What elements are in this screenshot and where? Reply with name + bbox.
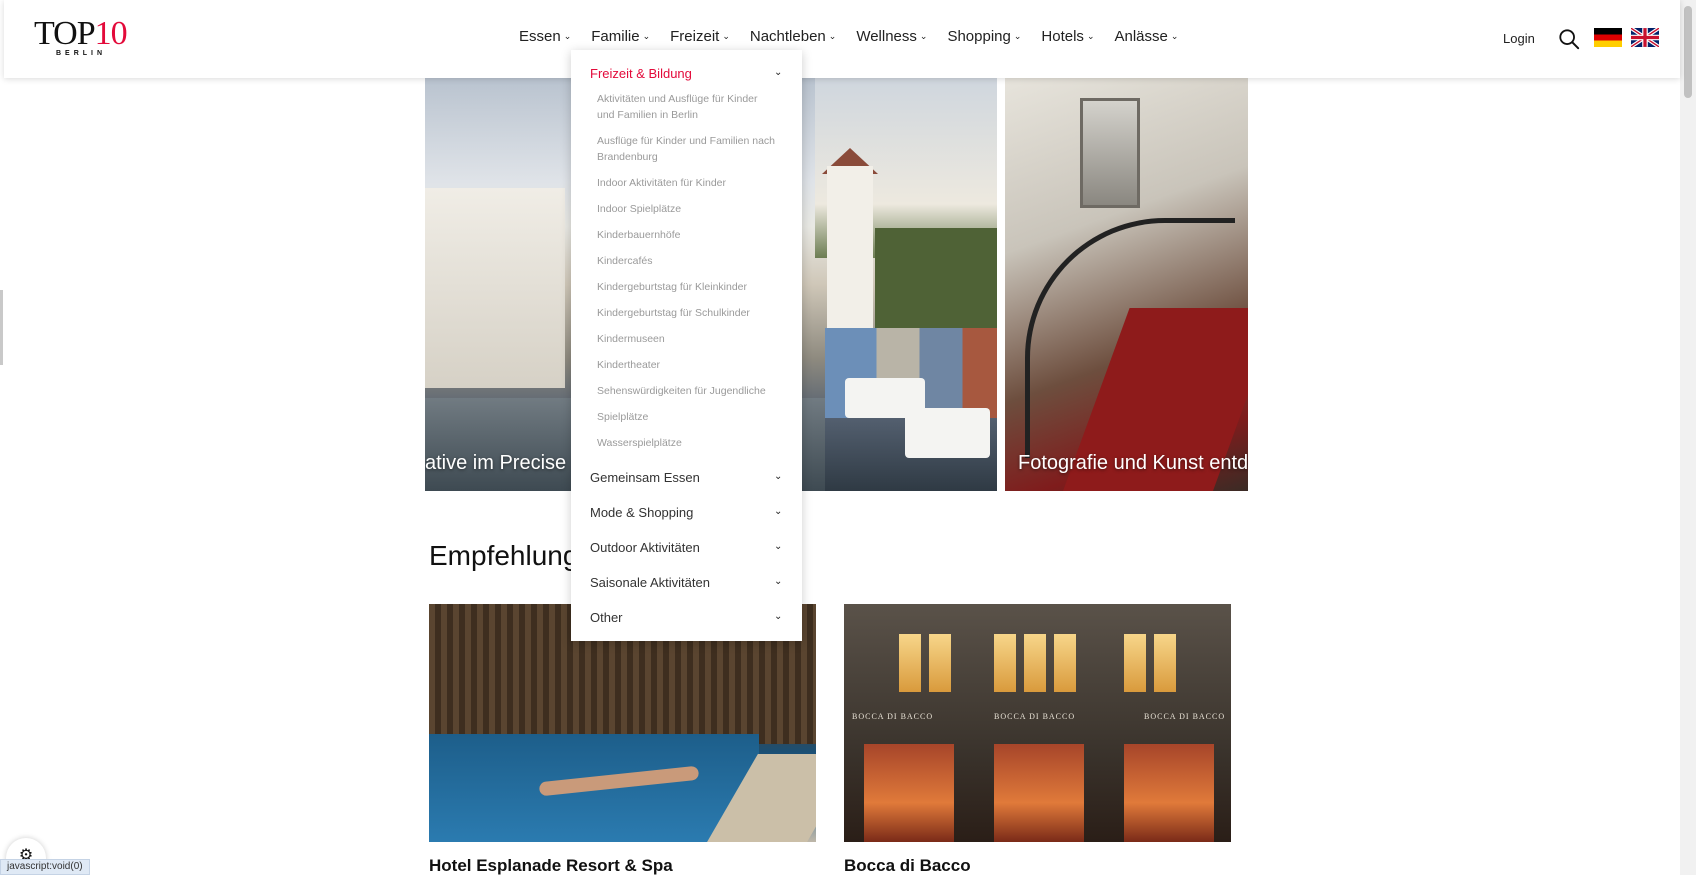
login-link[interactable]: Login xyxy=(1503,31,1535,46)
dropdown-item[interactable]: Indoor Aktivitäten für Kinder xyxy=(597,175,777,191)
restaurant-sign: BOCCA DI BACCO xyxy=(852,712,934,721)
nav-familie[interactable]: Familie ⌄ xyxy=(591,28,650,45)
search-icon[interactable] xyxy=(1558,28,1580,50)
chevron-down-icon: ⌄ xyxy=(1086,31,1095,41)
boat xyxy=(905,408,990,458)
restaurant-sign: BOCCA DI BACCO xyxy=(994,712,1076,721)
stair-railing xyxy=(1025,218,1235,458)
nav-essen[interactable]: Essen ⌄ xyxy=(519,28,571,45)
dropdown-item[interactable]: Spielplätze xyxy=(597,409,777,425)
dropdown-item[interactable]: Kindergeburtstag für Kleinkinder xyxy=(597,279,777,295)
chevron-down-icon: ⌄ xyxy=(828,31,837,41)
chevron-down-icon[interactable]: ⌄ xyxy=(774,67,782,78)
dropdown-item[interactable]: Kinderbauernhöfe xyxy=(597,227,777,243)
nav-wellness[interactable]: Wellness ⌄ xyxy=(856,28,927,45)
window xyxy=(1054,634,1076,692)
dropdown-item[interactable]: Ausflüge für Kinder und Familien nach Br… xyxy=(597,133,777,165)
chevron-down-icon[interactable]: ⌄ xyxy=(774,541,782,552)
dropdown-item[interactable]: Sehenswürdigkeiten für Jugendliche xyxy=(597,383,777,399)
restaurant-sign: BOCCA DI BACCO xyxy=(1144,712,1226,721)
window xyxy=(994,634,1016,692)
nav-freizeit[interactable]: Freizeit ⌄ xyxy=(670,28,730,45)
chevron-down-icon: ⌄ xyxy=(722,31,730,41)
window xyxy=(1024,634,1046,692)
dropdown-item[interactable]: Kindertheater xyxy=(597,357,777,373)
chevron-down-icon: ⌄ xyxy=(563,31,572,41)
page: TOP10 BERLIN Essen ⌄ Familie ⌄ Freizeit ⌄ N… xyxy=(0,0,1696,875)
familie-dropdown-menu: Freizeit & Bildung ⌄ Aktivitäten und Aus… xyxy=(571,50,802,641)
hero-caption: Fotografie und Kunst entdec xyxy=(1018,452,1248,474)
dropdown-item[interactable]: Kindercafés xyxy=(597,253,777,269)
dropdown-section-freizeit-bildung[interactable]: Freizeit & Bildung xyxy=(590,66,692,81)
nav-label: Familie xyxy=(591,28,640,45)
dropdown-item[interactable]: Aktivitäten und Ausflüge für Kinder und … xyxy=(597,91,777,123)
scrollbar-thumb[interactable] xyxy=(1684,6,1692,98)
card-image-bocca-di-bacco[interactable]: BOCCA DI BACCO BOCCA DI BACCO BOCCA DI B… xyxy=(844,604,1231,842)
chevron-down-icon[interactable]: ⌄ xyxy=(774,576,782,587)
browser-status-bar: javascript:void(0) xyxy=(0,859,90,875)
dropdown-section-gemeinsam-essen[interactable]: Gemeinsam Essen xyxy=(590,470,700,485)
nav-label: Hotels xyxy=(1041,28,1084,45)
dropdown-section-saisonale[interactable]: Saisonale Aktivitäten xyxy=(590,575,710,590)
dropdown-section-mode-shopping[interactable]: Mode & Shopping xyxy=(590,505,693,520)
wall-artwork xyxy=(1080,98,1140,208)
chevron-down-icon: ⌄ xyxy=(1170,31,1179,41)
dropdown-item[interactable]: Indoor Spielplätze xyxy=(597,201,777,217)
nav-shopping[interactable]: Shopping ⌄ xyxy=(947,28,1021,45)
logo-number: 10 xyxy=(94,15,128,52)
window xyxy=(899,634,921,692)
restaurant-interior xyxy=(864,744,954,842)
card-title[interactable]: Bocca di Bacco xyxy=(844,856,971,875)
page-scrollbar[interactable] xyxy=(1680,0,1696,875)
nav-label: Essen xyxy=(519,28,561,45)
window xyxy=(1124,634,1146,692)
chevron-down-icon: ⌄ xyxy=(1013,31,1022,41)
window xyxy=(1154,634,1176,692)
restaurant-interior xyxy=(994,744,1084,842)
logo-text: TOP xyxy=(34,15,96,52)
nav-label: Wellness xyxy=(856,28,917,45)
side-handle[interactable] xyxy=(0,290,3,365)
chevron-down-icon: ⌄ xyxy=(642,31,651,41)
chevron-down-icon[interactable]: ⌄ xyxy=(774,611,782,622)
nav-hotels[interactable]: Hotels ⌄ xyxy=(1041,28,1094,45)
tower xyxy=(827,166,873,341)
chevron-down-icon[interactable]: ⌄ xyxy=(774,471,782,482)
nav-label: Shopping xyxy=(947,28,1011,45)
top10-berlin-logo[interactable]: TOP10 BERLIN xyxy=(34,16,134,60)
chevron-down-icon[interactable]: ⌄ xyxy=(774,506,782,517)
german-flag-icon[interactable] xyxy=(1594,28,1622,47)
nav-label: Anlässe xyxy=(1114,28,1168,45)
hotel-building xyxy=(425,188,565,388)
nav-nachtleben[interactable]: Nachtleben ⌄ xyxy=(750,28,836,45)
main-nav: Essen ⌄ Familie ⌄ Freizeit ⌄ Nachtleben ⌄ We… xyxy=(519,28,1198,45)
dropdown-section-outdoor[interactable]: Outdoor Aktivitäten xyxy=(590,540,700,555)
restaurant-interior xyxy=(1124,744,1214,842)
logo-subtitle: BERLIN xyxy=(56,50,107,57)
window xyxy=(929,634,951,692)
chevron-down-icon: ⌄ xyxy=(919,31,928,41)
uk-flag-icon[interactable] xyxy=(1631,28,1659,47)
dropdown-item[interactable]: Kindergeburtstag für Schulkinder xyxy=(597,305,777,321)
nav-anlaesse[interactable]: Anlässe ⌄ xyxy=(1114,28,1178,45)
card-title[interactable]: Hotel Esplanade Resort & Spa xyxy=(429,856,673,875)
dropdown-item[interactable]: Wasserspielplätze xyxy=(597,435,777,451)
hero-image-staircase[interactable]: Fotografie und Kunst entdec xyxy=(1005,78,1248,491)
site-header: TOP10 BERLIN Essen ⌄ Familie ⌄ Freizeit ⌄ N… xyxy=(4,0,1680,78)
dropdown-item[interactable]: Kindermuseen xyxy=(597,331,777,347)
dropdown-section-other[interactable]: Other xyxy=(590,610,623,625)
nav-label: Freizeit xyxy=(670,28,720,45)
nav-label: Nachtleben xyxy=(749,28,826,45)
